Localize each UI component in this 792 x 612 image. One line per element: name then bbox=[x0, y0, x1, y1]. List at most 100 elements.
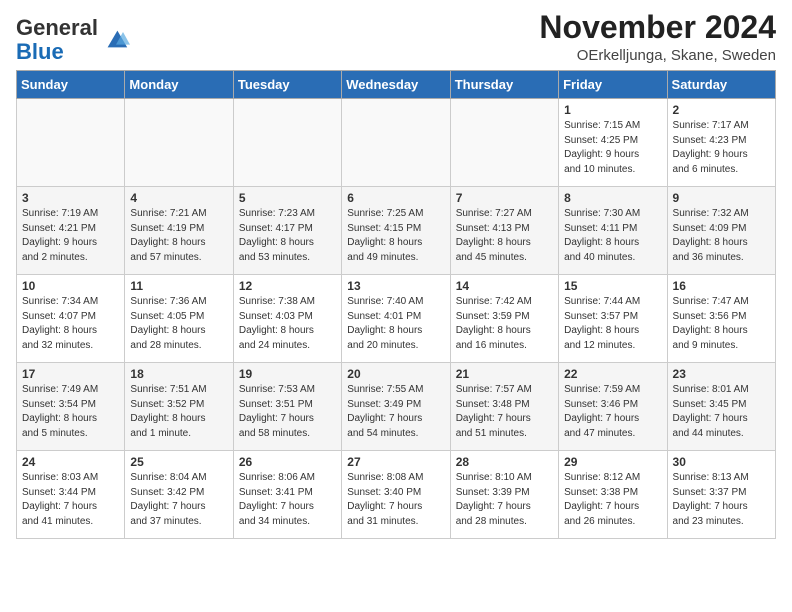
calendar-header-row: Sunday Monday Tuesday Wednesday Thursday… bbox=[17, 71, 776, 99]
calendar-cell: 22 Sunrise: 7:59 AM Sunset: 3:46 PM Dayli… bbox=[559, 363, 667, 451]
day-info: Sunrise: 7:40 AM Sunset: 4:01 PM Dayligh… bbox=[347, 295, 444, 353]
day-number: 13 bbox=[347, 279, 444, 293]
calendar-cell bbox=[342, 99, 450, 187]
calendar-week-1: 1 Sunrise: 7:15 AM Sunset: 4:25 PM Daylig… bbox=[17, 99, 776, 187]
calendar-cell: 26 Sunrise: 8:06 AM Sunset: 3:41 PM Dayli… bbox=[233, 451, 341, 539]
day-info: Sunrise: 7:57 AM Sunset: 3:48 PM Dayligh… bbox=[456, 383, 553, 441]
calendar-cell: 10 Sunrise: 7:34 AM Sunset: 4:07 PM Dayli… bbox=[17, 275, 125, 363]
day-info: Sunrise: 7:36 AM Sunset: 4:05 PM Dayligh… bbox=[130, 295, 227, 353]
day-info: Sunrise: 7:38 AM Sunset: 4:03 PM Dayligh… bbox=[239, 295, 336, 353]
calendar-week-5: 24Sunrise: 8:03 AM Sunset: 3:44 PM Dayli… bbox=[17, 451, 776, 539]
day-info: Sunrise: 8:10 AM Sunset: 3:39 PM Dayligh… bbox=[456, 471, 553, 529]
calendar-cell: 15 Sunrise: 7:44 AM Sunset: 3:57 PM Dayli… bbox=[559, 275, 667, 363]
calendar-cell: 9 Sunrise: 7:32 AM Sunset: 4:09 PM Daylig… bbox=[667, 187, 775, 275]
day-number: 8 bbox=[564, 191, 661, 205]
day-info: Sunrise: 7:47 AM Sunset: 3:56 PM Dayligh… bbox=[673, 295, 770, 353]
calendar-cell: 8 Sunrise: 7:30 AM Sunset: 4:11 PM Daylig… bbox=[559, 187, 667, 275]
day-number: 22 bbox=[564, 367, 661, 381]
day-number: 30 bbox=[673, 455, 770, 469]
day-number: 17 bbox=[22, 367, 119, 381]
day-number: 21 bbox=[456, 367, 553, 381]
calendar-cell bbox=[17, 99, 125, 187]
day-number: 4 bbox=[130, 191, 227, 205]
day-number: 7 bbox=[456, 191, 553, 205]
day-number: 20 bbox=[347, 367, 444, 381]
day-number: 16 bbox=[673, 279, 770, 293]
calendar-cell bbox=[125, 99, 233, 187]
day-number: 25 bbox=[130, 455, 227, 469]
calendar-cell bbox=[450, 99, 558, 187]
col-wednesday: Wednesday bbox=[342, 71, 450, 99]
logo-icon bbox=[102, 25, 130, 53]
calendar-cell: 23Sunrise: 8:01 AM Sunset: 3:45 PM Dayli… bbox=[667, 363, 775, 451]
calendar-cell: 11Sunrise: 7:36 AM Sunset: 4:05 PM Dayli… bbox=[125, 275, 233, 363]
col-monday: Monday bbox=[125, 71, 233, 99]
day-info: Sunrise: 7:51 AM Sunset: 3:52 PM Dayligh… bbox=[130, 383, 227, 441]
calendar-cell: 30 Sunrise: 8:13 AM Sunset: 3:37 PM Dayli… bbox=[667, 451, 775, 539]
day-info: Sunrise: 7:25 AM Sunset: 4:15 PM Dayligh… bbox=[347, 207, 444, 265]
logo: General Blue bbox=[16, 16, 130, 64]
day-info: Sunrise: 8:04 AM Sunset: 3:42 PM Dayligh… bbox=[130, 471, 227, 529]
day-number: 23 bbox=[673, 367, 770, 381]
day-info: Sunrise: 8:13 AM Sunset: 3:37 PM Dayligh… bbox=[673, 471, 770, 529]
day-info: Sunrise: 7:53 AM Sunset: 3:51 PM Dayligh… bbox=[239, 383, 336, 441]
calendar-cell: 27 Sunrise: 8:08 AM Sunset: 3:40 PM Dayli… bbox=[342, 451, 450, 539]
month-title: November 2024 bbox=[539, 10, 776, 45]
calendar-cell: 17 Sunrise: 7:49 AM Sunset: 3:54 PM Dayli… bbox=[17, 363, 125, 451]
day-info: Sunrise: 7:27 AM Sunset: 4:13 PM Dayligh… bbox=[456, 207, 553, 265]
calendar-cell: 25 Sunrise: 8:04 AM Sunset: 3:42 PM Dayli… bbox=[125, 451, 233, 539]
day-number: 3 bbox=[22, 191, 119, 205]
day-info: Sunrise: 7:30 AM Sunset: 4:11 PM Dayligh… bbox=[564, 207, 661, 265]
day-number: 14 bbox=[456, 279, 553, 293]
day-number: 1 bbox=[564, 103, 661, 117]
day-info: Sunrise: 8:08 AM Sunset: 3:40 PM Dayligh… bbox=[347, 471, 444, 529]
day-info: Sunrise: 7:15 AM Sunset: 4:25 PM Dayligh… bbox=[564, 119, 661, 177]
day-info: Sunrise: 7:42 AM Sunset: 3:59 PM Dayligh… bbox=[456, 295, 553, 353]
day-number: 9 bbox=[673, 191, 770, 205]
col-sunday: Sunday bbox=[17, 71, 125, 99]
day-info: Sunrise: 7:21 AM Sunset: 4:19 PM Dayligh… bbox=[130, 207, 227, 265]
calendar-week-4: 17 Sunrise: 7:49 AM Sunset: 3:54 PM Dayli… bbox=[17, 363, 776, 451]
day-number: 18 bbox=[130, 367, 227, 381]
title-area: November 2024 OErkelljunga, Skane, Swede… bbox=[539, 10, 776, 64]
calendar-cell bbox=[233, 99, 341, 187]
calendar-cell: 18 Sunrise: 7:51 AM Sunset: 3:52 PM Dayli… bbox=[125, 363, 233, 451]
day-number: 24 bbox=[22, 455, 119, 469]
logo-blue: Blue bbox=[16, 39, 64, 64]
day-number: 12 bbox=[239, 279, 336, 293]
day-info: Sunrise: 7:49 AM Sunset: 3:54 PM Dayligh… bbox=[22, 383, 119, 441]
calendar-cell: 2Sunrise: 7:17 AM Sunset: 4:23 PM Daylig… bbox=[667, 99, 775, 187]
calendar-cell: 5Sunrise: 7:23 AM Sunset: 4:17 PM Daylig… bbox=[233, 187, 341, 275]
calendar-cell: 4 Sunrise: 7:21 AM Sunset: 4:19 PM Daylig… bbox=[125, 187, 233, 275]
day-info: Sunrise: 7:59 AM Sunset: 3:46 PM Dayligh… bbox=[564, 383, 661, 441]
calendar-cell: 12 Sunrise: 7:38 AM Sunset: 4:03 PM Dayli… bbox=[233, 275, 341, 363]
day-info: Sunrise: 8:06 AM Sunset: 3:41 PM Dayligh… bbox=[239, 471, 336, 529]
day-info: Sunrise: 7:19 AM Sunset: 4:21 PM Dayligh… bbox=[22, 207, 119, 265]
calendar-cell: 3 Sunrise: 7:19 AM Sunset: 4:21 PM Daylig… bbox=[17, 187, 125, 275]
day-number: 26 bbox=[239, 455, 336, 469]
day-info: Sunrise: 7:32 AM Sunset: 4:09 PM Dayligh… bbox=[673, 207, 770, 265]
calendar-cell: 16 Sunrise: 7:47 AM Sunset: 3:56 PM Dayli… bbox=[667, 275, 775, 363]
calendar-week-2: 3 Sunrise: 7:19 AM Sunset: 4:21 PM Daylig… bbox=[17, 187, 776, 275]
calendar-cell: 1 Sunrise: 7:15 AM Sunset: 4:25 PM Daylig… bbox=[559, 99, 667, 187]
day-info: Sunrise: 7:23 AM Sunset: 4:17 PM Dayligh… bbox=[239, 207, 336, 265]
calendar: Sunday Monday Tuesday Wednesday Thursday… bbox=[16, 70, 776, 539]
day-info: Sunrise: 7:34 AM Sunset: 4:07 PM Dayligh… bbox=[22, 295, 119, 353]
calendar-cell: 21 Sunrise: 7:57 AM Sunset: 3:48 PM Dayli… bbox=[450, 363, 558, 451]
day-number: 27 bbox=[347, 455, 444, 469]
calendar-cell: 7 Sunrise: 7:27 AM Sunset: 4:13 PM Daylig… bbox=[450, 187, 558, 275]
header: General Blue November 2024 OErkelljunga,… bbox=[16, 10, 776, 64]
col-tuesday: Tuesday bbox=[233, 71, 341, 99]
col-thursday: Thursday bbox=[450, 71, 558, 99]
col-saturday: Saturday bbox=[667, 71, 775, 99]
day-info: Sunrise: 7:55 AM Sunset: 3:49 PM Dayligh… bbox=[347, 383, 444, 441]
col-friday: Friday bbox=[559, 71, 667, 99]
day-info: Sunrise: 7:44 AM Sunset: 3:57 PM Dayligh… bbox=[564, 295, 661, 353]
day-number: 19 bbox=[239, 367, 336, 381]
day-number: 6 bbox=[347, 191, 444, 205]
day-number: 29 bbox=[564, 455, 661, 469]
day-number: 10 bbox=[22, 279, 119, 293]
day-number: 15 bbox=[564, 279, 661, 293]
day-number: 28 bbox=[456, 455, 553, 469]
calendar-cell: 24Sunrise: 8:03 AM Sunset: 3:44 PM Dayli… bbox=[17, 451, 125, 539]
